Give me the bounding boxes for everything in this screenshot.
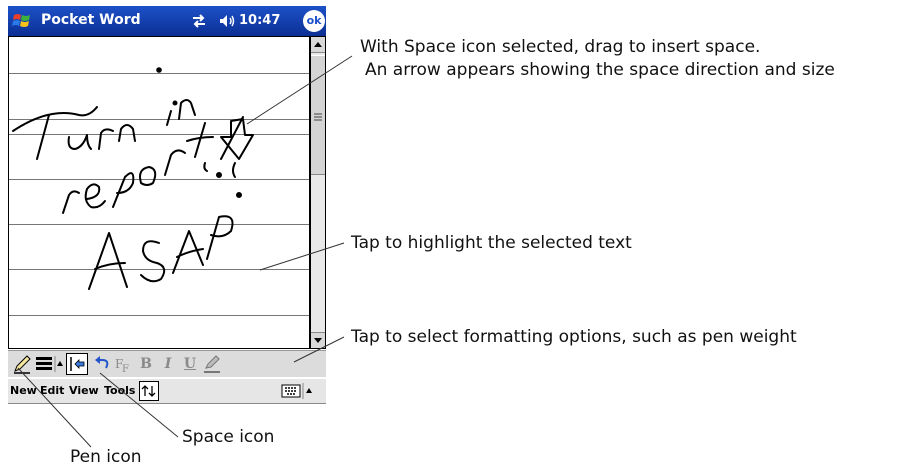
callout-highlight: Tap to highlight the selected text <box>351 233 632 253</box>
callout-space-icon: Space icon <box>182 427 275 447</box>
callout-pen-icon: Pen icon <box>70 447 142 467</box>
callout-formatting: Tap to select formatting options, such a… <box>351 327 797 347</box>
callout-space-drag-line1: With Space icon selected, drag to insert… <box>360 37 761 57</box>
callout-space-drag-line2: An arrow appears showing the space direc… <box>365 60 835 80</box>
